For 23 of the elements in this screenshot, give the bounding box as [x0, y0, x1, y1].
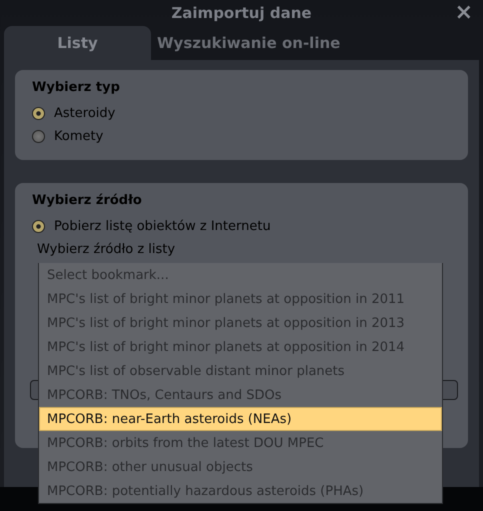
window-title: Zaimportuj dane [171, 4, 312, 22]
radio-button[interactable] [32, 130, 45, 143]
dropdown-item[interactable]: MPC's list of bright minor planets at opposition in 2014 [39, 335, 442, 359]
group-title: Wybierz typ [32, 80, 121, 95]
close-button[interactable]: × [452, 3, 475, 23]
radio-label: Komety [54, 129, 104, 144]
dropdown-item[interactable]: MPC's list of observable distant minor planets [39, 359, 442, 383]
dropdown-item[interactable]: MPCORB: TNOs, Centaurs and SDOs [39, 383, 442, 407]
dropdown-item[interactable]: Select bookmark... [39, 263, 442, 287]
dropdown-item[interactable]: MPCORB: potentially hazardous asteroids (PHAs) [39, 479, 442, 503]
dropdown-item[interactable]: MPC's list of bright minor planets at opposition in 2011 [39, 287, 442, 311]
radio-label: Pobierz listę obiektów z Internetu [54, 219, 271, 234]
list-label: Wybierz źródło z listy [37, 240, 176, 258]
radio-button[interactable] [32, 220, 45, 233]
dropdown-item[interactable]: MPCORB: near-Earth asteroids (NEAs) [39, 407, 442, 431]
tab[interactable]: Wyszukiwanie on-line [151, 26, 346, 60]
radio-label: Asteroidy [54, 106, 116, 121]
radio-button[interactable] [32, 107, 45, 120]
dropdown-item[interactable]: MPCORB: other unusual objects [39, 455, 442, 479]
dropdown-item[interactable]: MPC's list of bright minor planets at opposition in 2013 [39, 311, 442, 335]
group-title: Wybierz źródło [32, 193, 143, 208]
dropdown-item[interactable]: MPCORB: orbits from the latest DOU MPEC [39, 431, 442, 455]
tab[interactable]: Listy [4, 26, 151, 60]
